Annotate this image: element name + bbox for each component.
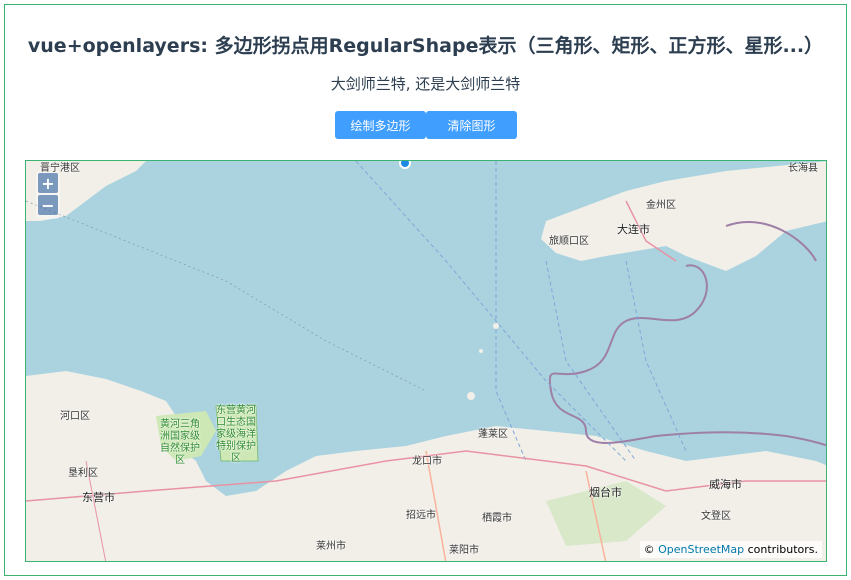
place-label: 旅顺口区: [549, 236, 589, 247]
zoom-in-button[interactable]: +: [38, 173, 58, 193]
place-label: 威海市: [709, 478, 742, 491]
place-label: 金州区: [646, 200, 676, 211]
place-label: 晋宁港区: [40, 163, 80, 174]
map-view[interactable]: + − 晋宁港区 长海县 金州区 大连市 旅顺口区 河口区 垦利区 东营市 黄河…: [25, 160, 827, 562]
park-label: 黄河三角洲国家级自然保护区: [160, 419, 200, 466]
draw-polygon-button[interactable]: 绘制多边形: [335, 111, 426, 139]
map-attribution: © OpenStreetMap contributors.: [639, 541, 822, 558]
place-label: 龙口市: [412, 456, 442, 467]
clear-shapes-button[interactable]: 清除图形: [426, 111, 517, 139]
place-label: 河口区: [60, 411, 90, 422]
page-title: vue+openlayers: 多边形拐点用RegularShape表示（三角形…: [27, 35, 824, 57]
place-label: 大连市: [617, 223, 650, 236]
zoom-control: + −: [36, 171, 60, 219]
place-label: 招远市: [406, 510, 436, 521]
place-label: 烟台市: [589, 486, 622, 499]
place-label: 垦利区: [68, 468, 98, 479]
copyright-symbol: ©: [643, 543, 655, 556]
attribution-suffix: contributors.: [747, 543, 818, 556]
osm-link[interactable]: OpenStreetMap: [658, 543, 744, 556]
map-tiles: [26, 161, 826, 561]
place-label: 文登区: [701, 511, 731, 522]
park-label: 东营黄河口生态国家级海洋特别保护区: [216, 405, 256, 464]
place-label: 蓬莱区: [478, 429, 508, 440]
place-label: 莱阳市: [449, 545, 479, 556]
page-subtitle: 大剑师兰特, 还是大剑师兰特: [330, 75, 521, 93]
place-label: 莱州市: [316, 541, 346, 552]
place-label: 东营市: [82, 491, 115, 504]
demo-container: vue+openlayers: 多边形拐点用RegularShape表示（三角形…: [4, 4, 847, 576]
zoom-out-button[interactable]: −: [38, 195, 58, 215]
place-label: 栖霞市: [482, 513, 512, 524]
place-label: 长海县: [788, 163, 818, 174]
